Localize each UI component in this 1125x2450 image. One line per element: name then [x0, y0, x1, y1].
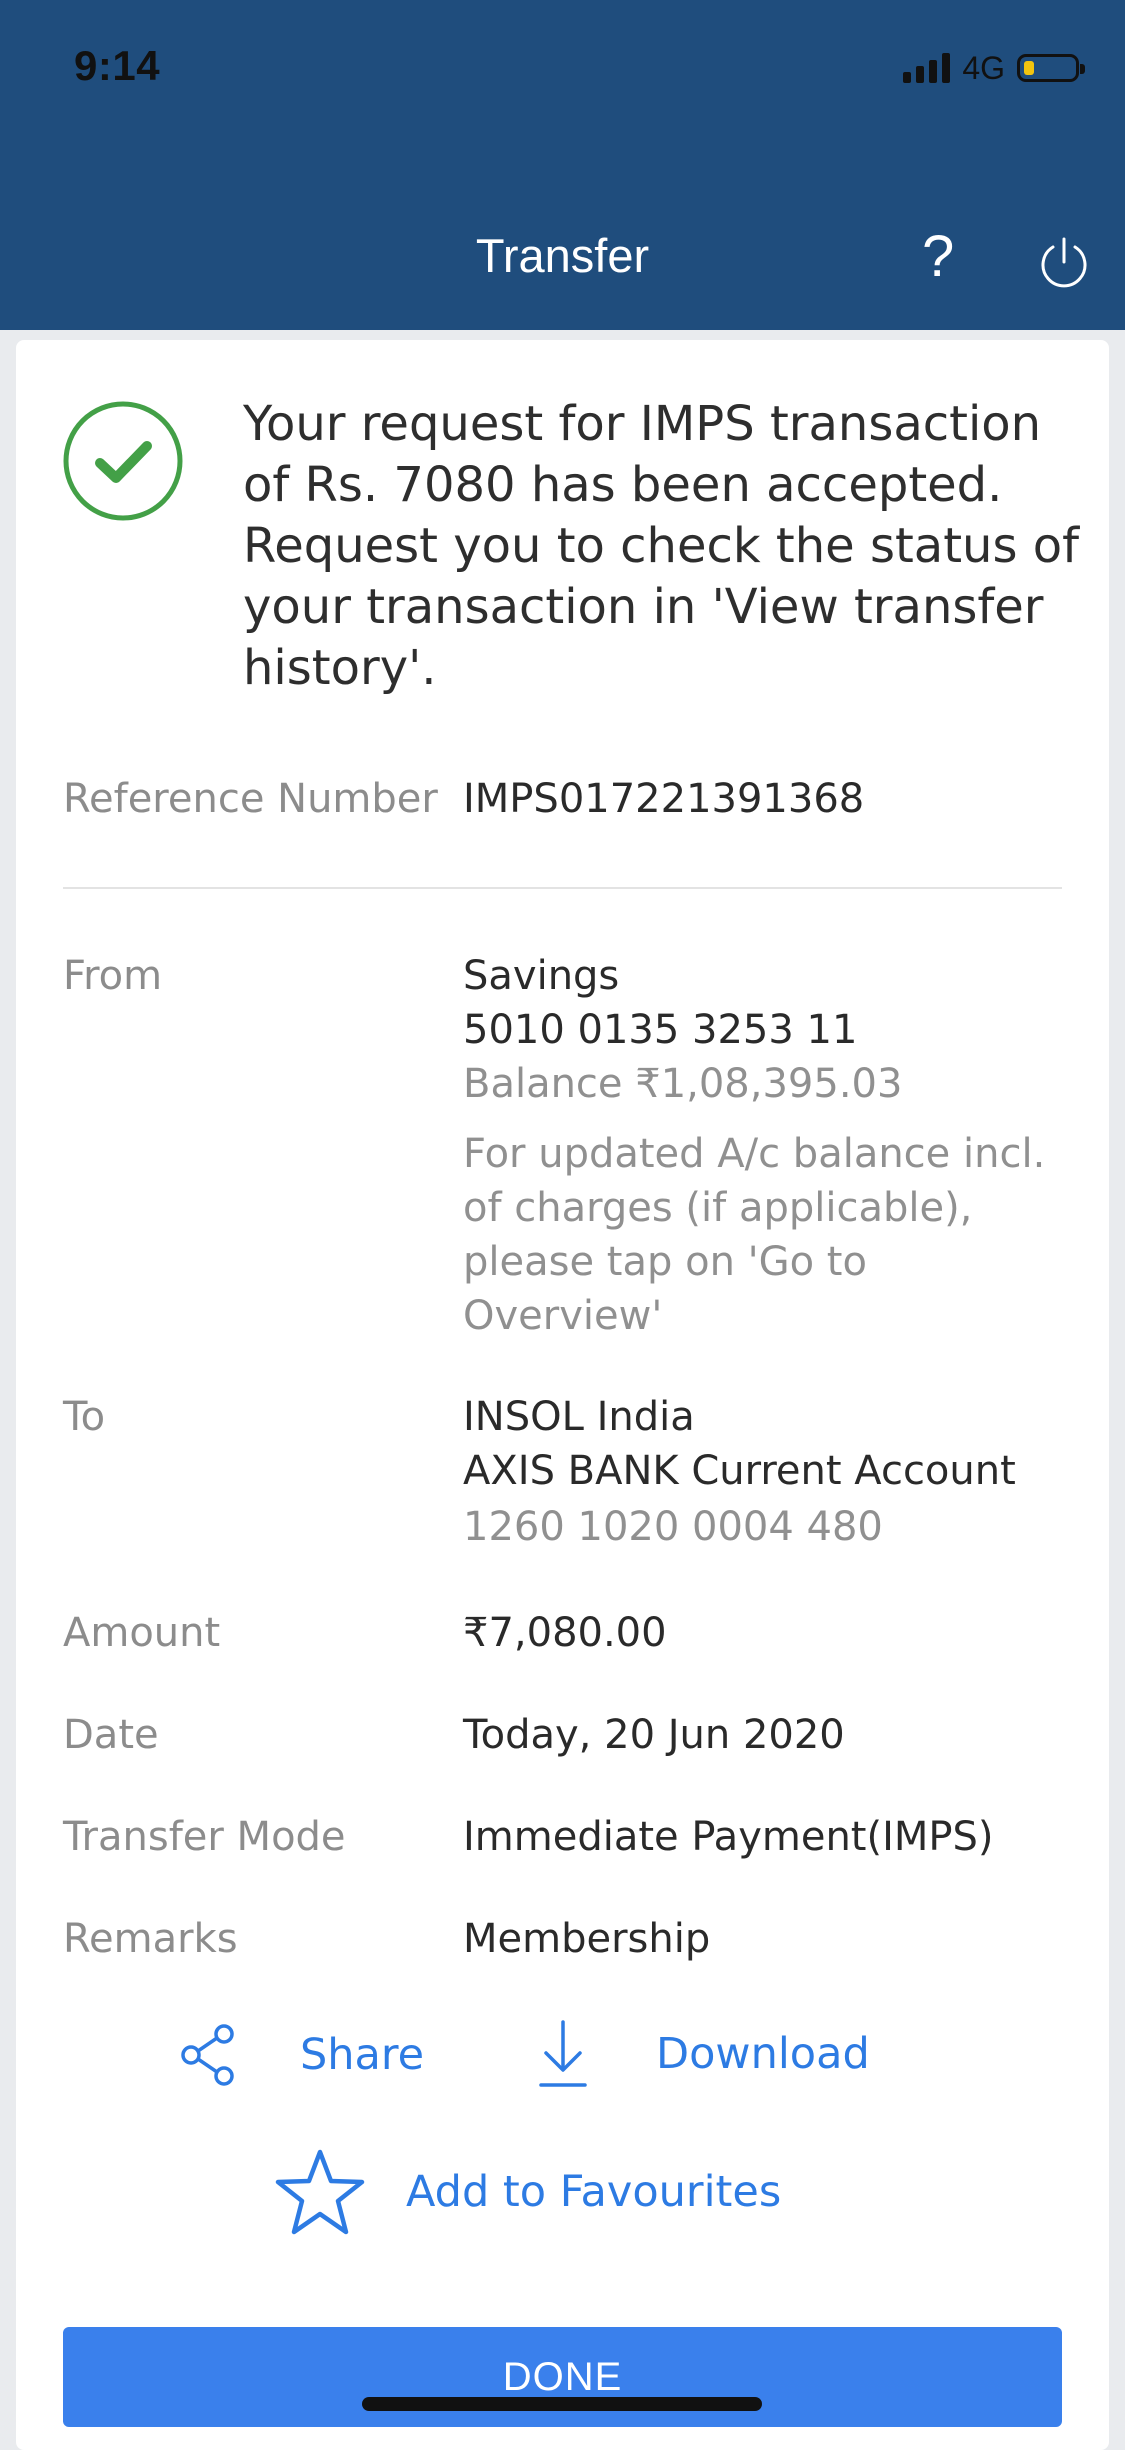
- share-label: Share: [300, 2030, 425, 2080]
- from-account-number: 5010 0135 3253 11: [463, 1007, 858, 1053]
- from-label: From: [63, 953, 163, 999]
- date-value: Today, 20 Jun 2020: [463, 1712, 845, 1758]
- add-to-favourites-button[interactable]: Add to Favourites: [274, 2146, 781, 2238]
- download-icon: [539, 2020, 587, 2087]
- checkmark-circle-icon: [63, 401, 183, 521]
- download-label: Download: [656, 2029, 870, 2079]
- share-icon: [181, 2024, 234, 2086]
- date-label: Date: [63, 1712, 159, 1758]
- app-header: 9:14 4G Transfer ?: [0, 0, 1125, 330]
- status-indicators: 4G: [903, 48, 1085, 88]
- home-indicator: [362, 2397, 762, 2411]
- add-to-favourites-label: Add to Favourites: [406, 2167, 782, 2217]
- cellular-signal-icon: [903, 53, 951, 83]
- to-label: To: [63, 1394, 106, 1440]
- reference-label: Reference Number: [63, 776, 438, 822]
- payee-account-number: 1260 1020 0004 480: [463, 1504, 883, 1550]
- payee-name: INSOL India: [463, 1394, 695, 1440]
- amount-value: ₹7,080.00: [463, 1610, 667, 1656]
- share-button[interactable]: Share: [180, 2020, 424, 2090]
- star-icon: [275, 2149, 365, 2235]
- battery-icon: [1017, 54, 1085, 82]
- balance-note: For updated A/c balance incl. of charges…: [463, 1131, 1046, 1339]
- from-account-type: Savings: [463, 953, 620, 999]
- network-type: 4G: [962, 49, 1005, 86]
- from-details: Savings 5010 0135 3253 11 Balance ₹1,08,…: [463, 949, 1103, 1343]
- page-title: Transfer: [475, 229, 650, 282]
- confirmation-message: Your request for IMPS transaction of Rs.…: [243, 396, 1079, 696]
- from-balance: Balance ₹1,08,395.03: [463, 1061, 903, 1107]
- download-button[interactable]: Download: [538, 2018, 870, 2090]
- transfer-mode-value: Immediate Payment(IMPS): [463, 1814, 994, 1860]
- amount-label: Amount: [63, 1610, 221, 1656]
- reference-value: IMPS017221391368: [463, 776, 865, 822]
- status-time: 9:14: [74, 42, 161, 89]
- divider: [63, 887, 1062, 889]
- power-icon[interactable]: [1037, 236, 1091, 290]
- question-mark-icon[interactable]: ?: [922, 228, 954, 286]
- remarks-value: Membership: [463, 1916, 711, 1962]
- to-details: INSOL India AXIS BANK Current Account 12…: [463, 1390, 1103, 1554]
- transfer-mode-label: Transfer Mode: [63, 1814, 346, 1860]
- done-button[interactable]: DONE: [63, 2327, 1062, 2427]
- remarks-label: Remarks: [63, 1916, 238, 1962]
- payee-bank: AXIS BANK Current Account: [463, 1448, 1016, 1494]
